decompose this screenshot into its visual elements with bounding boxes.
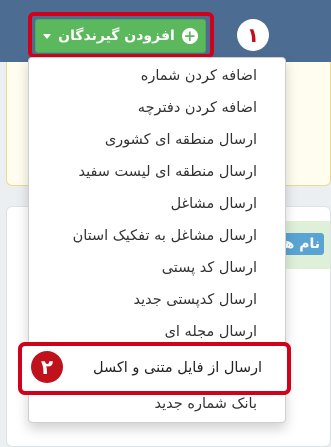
step-badge-2: ۲ [31, 351, 63, 383]
menu-item-jobs[interactable]: ارسال مشاغل [29, 188, 285, 220]
menu-item-whitelist-region[interactable]: ارسال منطقه ای لیست سفید [29, 156, 285, 188]
plus-circle-icon: + [181, 27, 198, 45]
menu-item-new-postal-code[interactable]: ارسال کدپستی جدید [29, 284, 285, 316]
menu-item-postal-code[interactable]: ارسال کد پستی [29, 252, 285, 284]
menu-item-add-phonebook[interactable]: اضافه کردن دفترچه [29, 92, 285, 124]
menu-item-new-number-bank[interactable]: بانک شماره جدید [29, 388, 285, 420]
menu-item-magazine[interactable]: ارسال مجله ای [29, 316, 285, 348]
add-recipients-label: افزودن گیرندگان [58, 28, 175, 44]
add-recipients-button[interactable]: + افزودن گیرندگان [35, 19, 206, 53]
step-badge-1: ۱ [237, 19, 269, 51]
menu-item-jobs-by-province[interactable]: ارسال مشاغل به تفکیک استان [29, 220, 285, 252]
menu-item-national-region[interactable]: ارسال منطقه ای کشوری [29, 124, 285, 156]
caret-down-icon [43, 33, 52, 39]
menu-item-add-number[interactable]: اضافه کردن شماره [29, 60, 285, 92]
